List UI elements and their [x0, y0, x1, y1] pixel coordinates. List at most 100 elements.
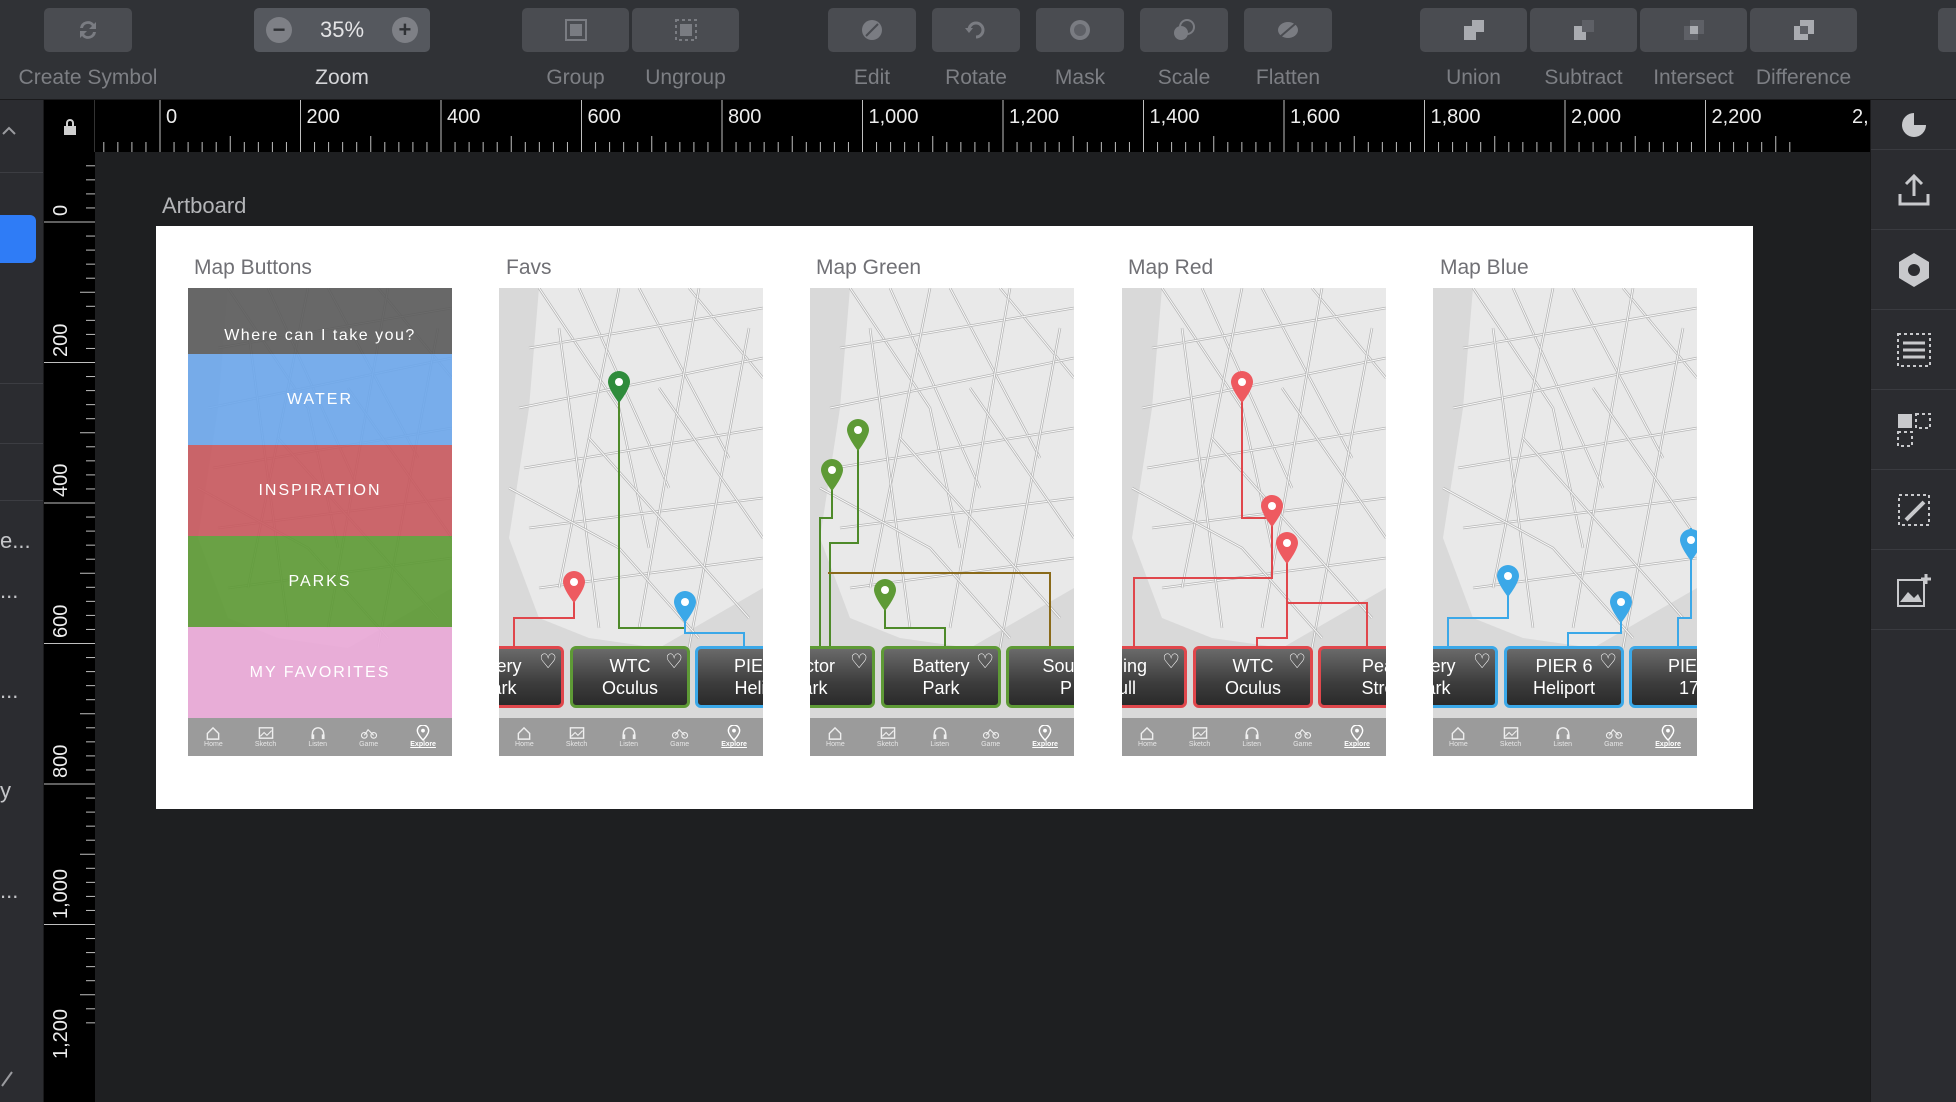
- nav-item-listen[interactable]: Listen: [1242, 725, 1261, 749]
- place-card[interactable]: WTC Oculus ♡: [570, 646, 690, 708]
- layer-item[interactable]: ...: [0, 878, 18, 904]
- place-card[interactable]: rging ull ♡: [1122, 646, 1187, 708]
- nav-item-explore[interactable]: Explore: [1655, 725, 1681, 749]
- place-card[interactable]: PIER Helip: [695, 646, 763, 708]
- difference-button[interactable]: [1750, 8, 1857, 52]
- nav-item-listen[interactable]: Listen: [619, 725, 638, 749]
- screen-title-map-green[interactable]: Map Green: [816, 256, 921, 280]
- zoom-in-button[interactable]: +: [391, 17, 418, 43]
- heart-icon[interactable]: ♡: [1288, 651, 1306, 673]
- screen-map-blue[interactable]: ttery ark♡ PIER 6 Heliport♡ PIER 17 Home…: [1433, 288, 1697, 756]
- nav-item-sketch[interactable]: Sketch: [1189, 725, 1210, 749]
- red-pin-icon[interactable]: [1274, 531, 1300, 565]
- nav-item-explore[interactable]: Explore: [721, 725, 747, 749]
- place-card[interactable]: South P: [1006, 646, 1074, 708]
- inspector-tab-export[interactable]: [1871, 150, 1956, 230]
- nav-item-home[interactable]: Home: [515, 725, 534, 749]
- inspector-tab-edit[interactable]: [1871, 470, 1956, 550]
- nav-item-explore[interactable]: Explore: [410, 725, 436, 749]
- nav-item-sketch[interactable]: Sketch: [255, 725, 276, 749]
- screen-map-buttons[interactable]: Where can I take you? WATER INSPIRATION …: [188, 288, 452, 756]
- green-pin-icon[interactable]: [819, 458, 845, 492]
- heart-icon[interactable]: ♡: [1473, 651, 1491, 673]
- green-pin-icon[interactable]: [845, 418, 871, 452]
- nav-item-home[interactable]: Home: [204, 725, 223, 749]
- ruler-lock[interactable]: [44, 100, 95, 152]
- blue-pin-icon[interactable]: [672, 590, 698, 624]
- mask-button[interactable]: [1036, 8, 1124, 52]
- rotate-button[interactable]: [932, 8, 1020, 52]
- heart-icon[interactable]: ♡: [850, 651, 868, 673]
- nav-item-listen[interactable]: Listen: [308, 725, 327, 749]
- green-pin-icon[interactable]: [872, 578, 898, 612]
- nav-item-game[interactable]: Game: [1604, 725, 1623, 749]
- screen-title-favs[interactable]: Favs: [506, 256, 552, 280]
- inspector-tab-symbols[interactable]: [1871, 230, 1956, 310]
- blue-pin-icon[interactable]: [1608, 590, 1634, 624]
- nav-item-game[interactable]: Game: [359, 725, 378, 749]
- nav-item-explore[interactable]: Explore: [1032, 725, 1058, 749]
- horizontal-ruler[interactable]: 0 200 400 600 800 1,000 1,200 1,400 1,600 1,800 2,…: [95, 100, 1870, 152]
- nav-item-sketch[interactable]: Sketch: [877, 725, 898, 749]
- nav-item-explore[interactable]: Explore: [1344, 725, 1370, 749]
- intersect-button[interactable]: [1640, 8, 1747, 52]
- artboard-label[interactable]: Artboard: [162, 193, 246, 219]
- screen-title-map-blue[interactable]: Map Blue: [1440, 256, 1529, 280]
- layer-item[interactable]: y: [0, 778, 11, 804]
- inspector-tab-add-image[interactable]: [1871, 550, 1956, 630]
- subtract-button[interactable]: [1530, 8, 1637, 52]
- place-card[interactable]: PIER 17: [1629, 646, 1697, 708]
- red-pin-icon[interactable]: [1229, 370, 1255, 404]
- layer-selected[interactable]: [0, 215, 36, 263]
- nav-item-game[interactable]: Game: [981, 725, 1000, 749]
- zoom-value[interactable]: 35%: [320, 17, 364, 43]
- place-card[interactable]: ector ark ♡: [810, 646, 875, 708]
- green-pin-icon[interactable]: [606, 370, 632, 404]
- place-card[interactable]: Pea Stre: [1318, 646, 1386, 708]
- nav-item-game[interactable]: Game: [1293, 725, 1312, 749]
- nav-item-listen[interactable]: Listen: [1553, 725, 1572, 749]
- layer-item[interactable]: e...: [0, 528, 31, 554]
- red-pin-icon[interactable]: [1259, 494, 1285, 528]
- vertical-ruler[interactable]: 0 200 400 600 800 1,000 1,200: [44, 152, 95, 1102]
- layer-item[interactable]: ...: [0, 578, 18, 604]
- nav-item-listen[interactable]: Listen: [930, 725, 949, 749]
- place-card[interactable]: PIER 6 Heliport ♡: [1504, 646, 1624, 708]
- layer-item[interactable]: ...: [0, 678, 18, 704]
- screen-map-red[interactable]: rging ull ♡ WTC Oculus ♡ Pea Stre Home Sket…: [1122, 288, 1386, 756]
- screen-title-map-red[interactable]: Map Red: [1128, 256, 1213, 280]
- nav-item-home[interactable]: Home: [826, 725, 845, 749]
- place-card[interactable]: ttery ark ♡: [499, 646, 564, 708]
- nav-item-sketch[interactable]: Sketch: [566, 725, 587, 749]
- collapse-chevron-icon[interactable]: [2, 124, 16, 138]
- screen-title-map-buttons[interactable]: Map Buttons: [194, 256, 312, 280]
- edit-button[interactable]: [828, 8, 916, 52]
- parks-button[interactable]: PARKS: [188, 536, 452, 627]
- scale-button[interactable]: [1140, 8, 1228, 52]
- flatten-button[interactable]: [1244, 8, 1332, 52]
- edit-pen-icon[interactable]: [0, 1068, 14, 1088]
- zoom-out-button[interactable]: −: [266, 17, 292, 43]
- blue-pin-icon[interactable]: [1495, 564, 1521, 598]
- place-card[interactable]: ttery ark ♡: [1433, 646, 1498, 708]
- water-button[interactable]: WATER: [188, 354, 452, 445]
- create-symbol-button[interactable]: [44, 8, 132, 52]
- overflow-button[interactable]: [1938, 8, 1956, 52]
- place-card[interactable]: Battery Park ♡: [881, 646, 1001, 708]
- inspector-tab-text[interactable]: [1871, 310, 1956, 390]
- heart-icon[interactable]: ♡: [665, 651, 683, 673]
- union-button[interactable]: [1420, 8, 1527, 52]
- heart-icon[interactable]: ♡: [976, 651, 994, 673]
- screen-favs[interactable]: ttery ark ♡ WTC Oculus ♡ PIER Helip Home Sk…: [499, 288, 763, 756]
- inspector-tab-style[interactable]: [1871, 100, 1956, 150]
- inspector-tab-layout[interactable]: [1871, 390, 1956, 470]
- inspiration-button[interactable]: INSPIRATION: [188, 445, 452, 536]
- heart-icon[interactable]: ♡: [1599, 651, 1617, 673]
- nav-item-game[interactable]: Game: [670, 725, 689, 749]
- red-pin-icon[interactable]: [561, 570, 587, 604]
- nav-item-home[interactable]: Home: [1138, 725, 1157, 749]
- nav-item-home[interactable]: Home: [1449, 725, 1468, 749]
- nav-item-sketch[interactable]: Sketch: [1500, 725, 1521, 749]
- ungroup-button[interactable]: [632, 8, 739, 52]
- screen-map-green[interactable]: ector ark ♡ Battery Park ♡ South P Home Ske…: [810, 288, 1074, 756]
